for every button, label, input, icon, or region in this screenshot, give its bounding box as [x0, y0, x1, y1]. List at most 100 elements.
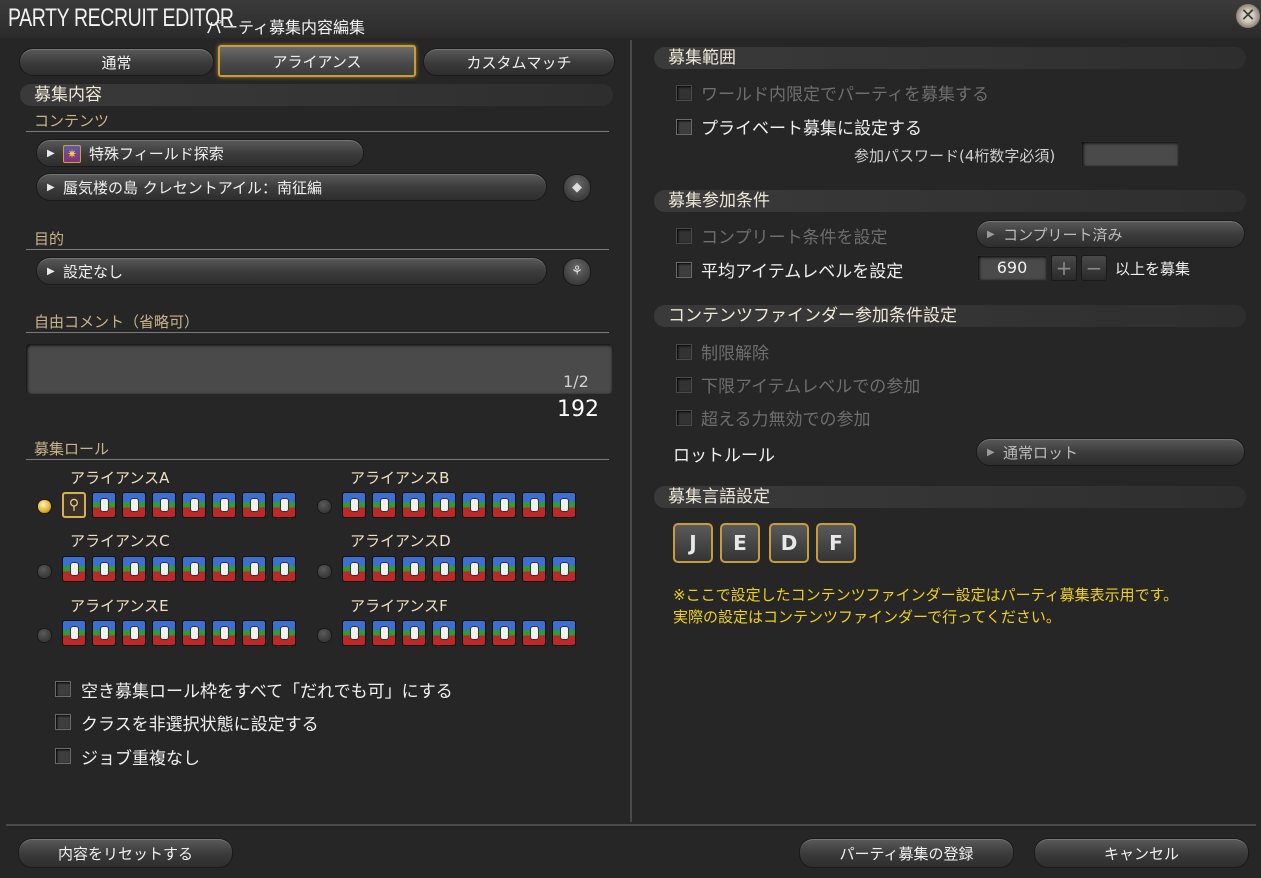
unrestricted-checkbox[interactable]: [676, 344, 692, 360]
role-slot[interactable]: [462, 620, 486, 646]
role-slot[interactable]: [402, 492, 426, 518]
role-slot[interactable]: [272, 556, 296, 582]
objective-label: 設定なし: [63, 263, 124, 281]
role-slot[interactable]: [552, 492, 576, 518]
alliance-f-radio[interactable]: [317, 628, 332, 643]
complete-dropdown[interactable]: コンプリート済み: [976, 220, 1245, 249]
role-slot[interactable]: [432, 556, 456, 582]
role-slot[interactable]: [432, 492, 456, 518]
role-slot[interactable]: [92, 492, 116, 518]
lang-french-key[interactable]: F: [816, 523, 856, 563]
cf-note-line2: 実際の設定はコンテンツファインダーで行ってください。: [673, 608, 1061, 626]
tab-normal[interactable]: 通常: [19, 48, 214, 76]
role-slot[interactable]: [122, 492, 146, 518]
objective-dropdown[interactable]: 設定なし: [36, 257, 547, 286]
divider: [26, 332, 609, 333]
role-slot[interactable]: [242, 556, 266, 582]
any-role-checkbox[interactable]: [55, 681, 71, 697]
role-slot[interactable]: [342, 620, 366, 646]
complete-checkbox[interactable]: [676, 228, 692, 244]
contents-category-label: 特殊フィールド探索: [89, 145, 224, 163]
role-slot[interactable]: [462, 556, 486, 582]
no-job-duplicate-checkbox[interactable]: [55, 748, 71, 764]
class-unselected-label: クラスを非選択状態に設定する: [81, 715, 319, 735]
role-slot[interactable]: [372, 492, 396, 518]
tab-alliance[interactable]: アライアンス: [218, 45, 416, 77]
role-slot[interactable]: [552, 620, 576, 646]
comment-input[interactable]: [26, 344, 612, 394]
role-slot[interactable]: [432, 620, 456, 646]
min-ilvl-checkbox[interactable]: [676, 377, 692, 393]
loot-rule-dropdown[interactable]: 通常ロット: [976, 438, 1245, 467]
role-slot[interactable]: [372, 556, 396, 582]
lang-english-key[interactable]: E: [720, 523, 760, 563]
role-slot-selected[interactable]: ⚲: [62, 492, 86, 518]
role-slot[interactable]: [242, 620, 266, 646]
password-input[interactable]: [1081, 141, 1179, 167]
role-slot[interactable]: [462, 492, 486, 518]
alliance-a-radio[interactable]: [37, 499, 52, 514]
contents-category-dropdown[interactable]: ✷ 特殊フィールド探索: [36, 139, 364, 168]
role-slot[interactable]: [152, 556, 176, 582]
role-slot[interactable]: [522, 492, 546, 518]
role-slot[interactable]: [92, 620, 116, 646]
comment-heading: 自由コメント（省略可）: [34, 313, 200, 331]
role-slot[interactable]: [492, 492, 516, 518]
world-only-checkbox[interactable]: [676, 85, 692, 101]
reset-button[interactable]: 内容をリセットする: [18, 838, 233, 868]
role-slot[interactable]: [402, 556, 426, 582]
role-slot[interactable]: [62, 620, 86, 646]
tab-custom-match[interactable]: カスタムマッチ: [423, 48, 615, 76]
complete-label: コンプリート条件を設定: [701, 228, 888, 248]
role-slot[interactable]: [522, 556, 546, 582]
lang-japanese-key[interactable]: J: [673, 523, 713, 563]
register-button[interactable]: パーティ募集の登録: [799, 838, 1014, 868]
role-slot[interactable]: [272, 620, 296, 646]
role-slot[interactable]: [152, 492, 176, 518]
objective-tree-icon[interactable]: ⚘: [563, 258, 591, 286]
private-checkbox[interactable]: [676, 119, 692, 135]
role-slot[interactable]: [92, 556, 116, 582]
alliance-b-radio[interactable]: [317, 499, 332, 514]
alliance-c-radio[interactable]: [37, 564, 52, 579]
role-slot[interactable]: [272, 492, 296, 518]
ilvl-minus-button[interactable]: −: [1081, 255, 1107, 281]
role-slot[interactable]: [242, 492, 266, 518]
role-slot[interactable]: [182, 556, 206, 582]
role-slot[interactable]: [342, 492, 366, 518]
role-slot[interactable]: [122, 620, 146, 646]
cancel-button[interactable]: キャンセル: [1034, 838, 1249, 868]
avg-ilvl-checkbox[interactable]: [676, 262, 692, 278]
role-slot[interactable]: [62, 556, 86, 582]
role-slot[interactable]: [522, 620, 546, 646]
complete-dropdown-label: コンプリート済み: [1003, 226, 1123, 244]
alliance-e-radio[interactable]: [37, 628, 52, 643]
role-slot[interactable]: [212, 492, 236, 518]
echo-off-checkbox[interactable]: [676, 410, 692, 426]
avg-ilvl-input[interactable]: 690: [977, 255, 1047, 281]
role-slot[interactable]: [552, 556, 576, 582]
close-icon[interactable]: ✕: [1236, 4, 1260, 28]
lang-german-key[interactable]: D: [769, 523, 809, 563]
duty-info-icon[interactable]: ◆: [563, 174, 591, 202]
section-scope: 募集範囲: [654, 47, 1246, 69]
class-unselected-checkbox[interactable]: [55, 714, 71, 730]
any-role-label: 空き募集ロール枠をすべて「だれでも可」にする: [81, 682, 453, 702]
footer-divider: [6, 824, 1256, 826]
role-slot[interactable]: [152, 620, 176, 646]
duty-dropdown[interactable]: 蜃気楼の島 クレセントアイル：南征編: [36, 173, 547, 202]
unrestricted-label: 制限解除: [701, 344, 769, 364]
role-slot[interactable]: [492, 556, 516, 582]
role-slot[interactable]: [212, 556, 236, 582]
ilvl-plus-button[interactable]: +: [1051, 255, 1077, 281]
role-slot[interactable]: [212, 620, 236, 646]
role-slot[interactable]: [372, 620, 396, 646]
section-recruit-content: 募集内容: [20, 84, 613, 106]
role-slot[interactable]: [182, 620, 206, 646]
role-slot[interactable]: [122, 556, 146, 582]
role-slot[interactable]: [182, 492, 206, 518]
alliance-d-radio[interactable]: [317, 564, 332, 579]
role-slot[interactable]: [402, 620, 426, 646]
role-slot[interactable]: [342, 556, 366, 582]
role-slot[interactable]: [492, 620, 516, 646]
